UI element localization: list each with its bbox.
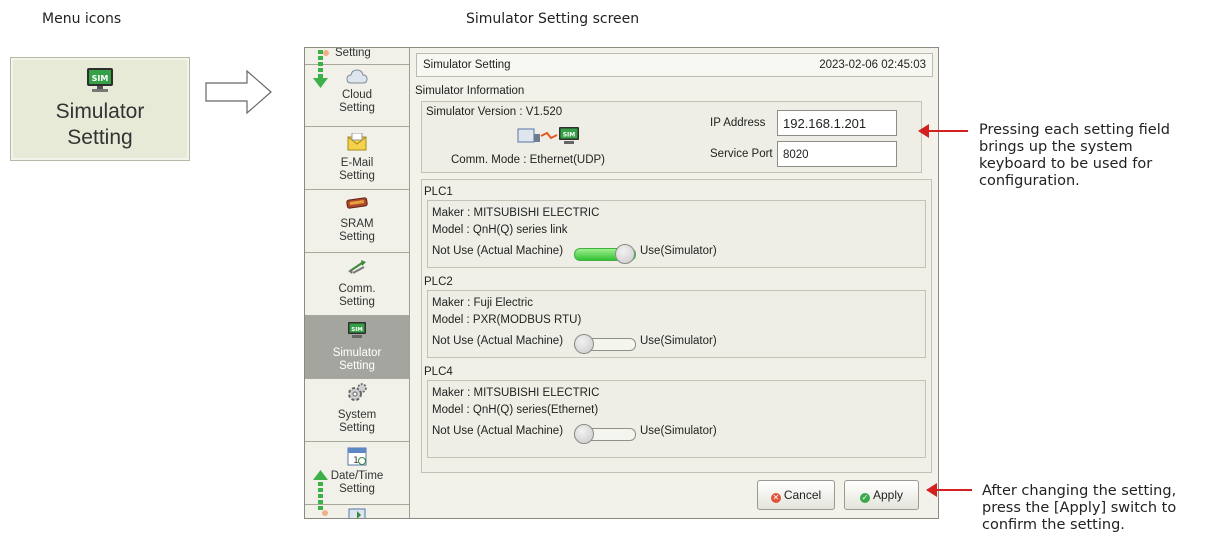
sidebar-item-label: SRAM: [340, 218, 374, 230]
simulator-setting-menu-icon[interactable]: SIM Simulator Setting: [10, 57, 190, 161]
plc2-not-use-label: Not Use (Actual Machine): [432, 335, 564, 347]
plc1-title: PLC1: [424, 186, 453, 198]
sidebar-item-system-setting[interactable]: System Setting: [305, 379, 409, 442]
simulator-setting-screen: Setting Cloud Setting E-Mail Setting SRA…: [304, 47, 939, 519]
ip-address-label: IP Address: [710, 117, 766, 129]
note-line: brings up the system: [979, 139, 1133, 155]
apply-button-label: Apply: [872, 488, 904, 502]
toggle-knob: [574, 334, 594, 354]
toggle-knob: [574, 424, 594, 444]
sidebar-item-label: System: [337, 409, 377, 421]
sidebar-item-label: Setting: [339, 170, 375, 182]
sidebar-item-label: Setting: [339, 422, 375, 434]
plc1-use-label: Use(Simulator): [640, 245, 717, 257]
sidebar-item-comm-setting[interactable]: Comm. Setting: [305, 253, 409, 316]
sidebar-item-simulator-setting[interactable]: SIM Simulator Setting: [305, 316, 409, 379]
toggle-knob: [615, 244, 635, 264]
plc2-maker: Maker : Fuji Electric: [432, 297, 533, 309]
check-icon: ✓: [859, 493, 870, 503]
sim-badge-text: SIM: [92, 74, 109, 83]
apply-button[interactable]: ✓ Apply: [844, 480, 919, 510]
right-arrow-icon: [205, 70, 272, 114]
main-panel: Simulator Setting 2023-02-06 02:45:03 Si…: [411, 48, 938, 518]
note-line: Pressing each setting field: [979, 122, 1170, 138]
plc4-not-use-label: Not Use (Actual Machine): [432, 425, 564, 437]
simulator-version: Simulator Version : V1.520: [426, 106, 563, 118]
plc2-model: Model : PXR(MODBUS RTU): [432, 314, 582, 326]
plc1-model: Model : QnH(Q) series link: [432, 224, 568, 236]
window-titlebar: Simulator Setting 2023-02-06 02:45:03: [416, 53, 933, 77]
note-line: After changing the setting,: [982, 483, 1177, 499]
sidebar-item-label: Comm.: [338, 283, 376, 295]
sidebar-item-sram-setting[interactable]: SRAM Setting: [305, 190, 409, 253]
sidebar-item-label: Setting: [335, 47, 371, 59]
plc4-model: Model : QnH(Q) series(Ethernet): [432, 404, 599, 416]
plc1-not-use-label: Not Use (Actual Machine): [432, 245, 564, 257]
menu-icon-label-line2: Setting: [67, 126, 133, 149]
sidebar-item-email-setting[interactable]: E-Mail Setting: [305, 127, 409, 190]
plc1-panel: Maker : MITSUBISHI ELECTRIC Model : QnH(…: [427, 200, 926, 268]
caption-simulator-screen: Simulator Setting screen: [466, 11, 640, 27]
service-port-label: Service Port: [710, 148, 773, 160]
plc2-use-label: Use(Simulator): [640, 335, 717, 347]
sram-chip-icon: [346, 197, 368, 209]
red-arrow-icon: [918, 124, 968, 138]
note-setting-fields: Pressing each setting field brings up th…: [979, 122, 1170, 190]
service-port-field[interactable]: 8020: [777, 141, 897, 167]
simulator-icon: SIM: [348, 322, 366, 338]
gears-icon: [348, 383, 367, 401]
plc-list-panel: PLC1 Maker : MITSUBISHI ELECTRIC Model :…: [421, 179, 932, 473]
note-line: confirm the setting.: [982, 517, 1125, 533]
scroll-down-arrow-icon[interactable]: [313, 50, 329, 92]
red-arrow-icon: [926, 483, 972, 497]
plc4-simulator-toggle[interactable]: [574, 424, 636, 444]
ip-address-field[interactable]: 192.168.1.201: [777, 110, 897, 136]
section-simulator-information: Simulator Information: [415, 85, 525, 97]
note-line: press the [Apply] switch to: [982, 500, 1177, 516]
scroll-up-arrow-icon[interactable]: [313, 468, 329, 516]
plc1-maker: Maker : MITSUBISHI ELECTRIC: [432, 207, 600, 219]
plc4-title: PLC4: [424, 366, 453, 378]
simulator-monitor-icon: SIM: [87, 68, 113, 92]
cancel-button-label: Cancel: [783, 488, 822, 502]
plc2-simulator-toggle[interactable]: [574, 334, 636, 354]
plc2-panel: Maker : Fuji Electric Model : PXR(MODBUS…: [427, 290, 926, 358]
cloud-icon: [346, 69, 368, 84]
simulator-info-panel: Simulator Version : V1.520 SIM Comm. Mod…: [421, 101, 922, 173]
sidebar-item-label: Simulator: [332, 347, 382, 359]
plc4-use-label: Use(Simulator): [640, 425, 717, 437]
comm-mode: Comm. Mode : Ethernet(UDP): [451, 154, 606, 166]
plc4-maker: Maker : MITSUBISHI ELECTRIC: [432, 387, 600, 399]
window-title: Simulator Setting: [423, 59, 511, 71]
connection-icon: SIM: [517, 127, 579, 144]
note-apply: After changing the setting, press the [A…: [982, 483, 1176, 534]
cancel-button[interactable]: ✕ Cancel: [757, 480, 835, 510]
note-line: configuration.: [979, 173, 1080, 189]
plc1-simulator-toggle[interactable]: [574, 244, 636, 264]
sidebar-item-label: Setting: [339, 360, 375, 372]
sidebar-item-label: Setting: [339, 231, 375, 243]
caption-menu-icons: Menu icons: [42, 11, 122, 27]
window-datetime: 2023-02-06 02:45:03: [819, 59, 926, 71]
menu-icon-label-line1: Simulator: [55, 100, 145, 123]
sidebar-item-label: Setting: [339, 102, 375, 114]
plc4-panel: Maker : MITSUBISHI ELECTRIC Model : QnH(…: [427, 380, 926, 458]
sidebar-item-label: Setting: [339, 296, 375, 308]
cancel-icon: ✕: [770, 493, 781, 503]
svg-text:SIM: SIM: [351, 327, 362, 333]
sidebar: Setting Cloud Setting E-Mail Setting SRA…: [305, 48, 410, 518]
calendar-icon: 1: [347, 447, 367, 466]
monitor-icon: [348, 508, 366, 518]
sidebar-item-label: E-Mail: [340, 157, 374, 169]
note-line: keyboard to be used for: [979, 156, 1153, 172]
sim-badge-text: SIM: [563, 132, 576, 139]
plc2-title: PLC2: [424, 276, 453, 288]
mail-icon: [347, 133, 367, 151]
comm-arrows-icon: [348, 260, 366, 274]
